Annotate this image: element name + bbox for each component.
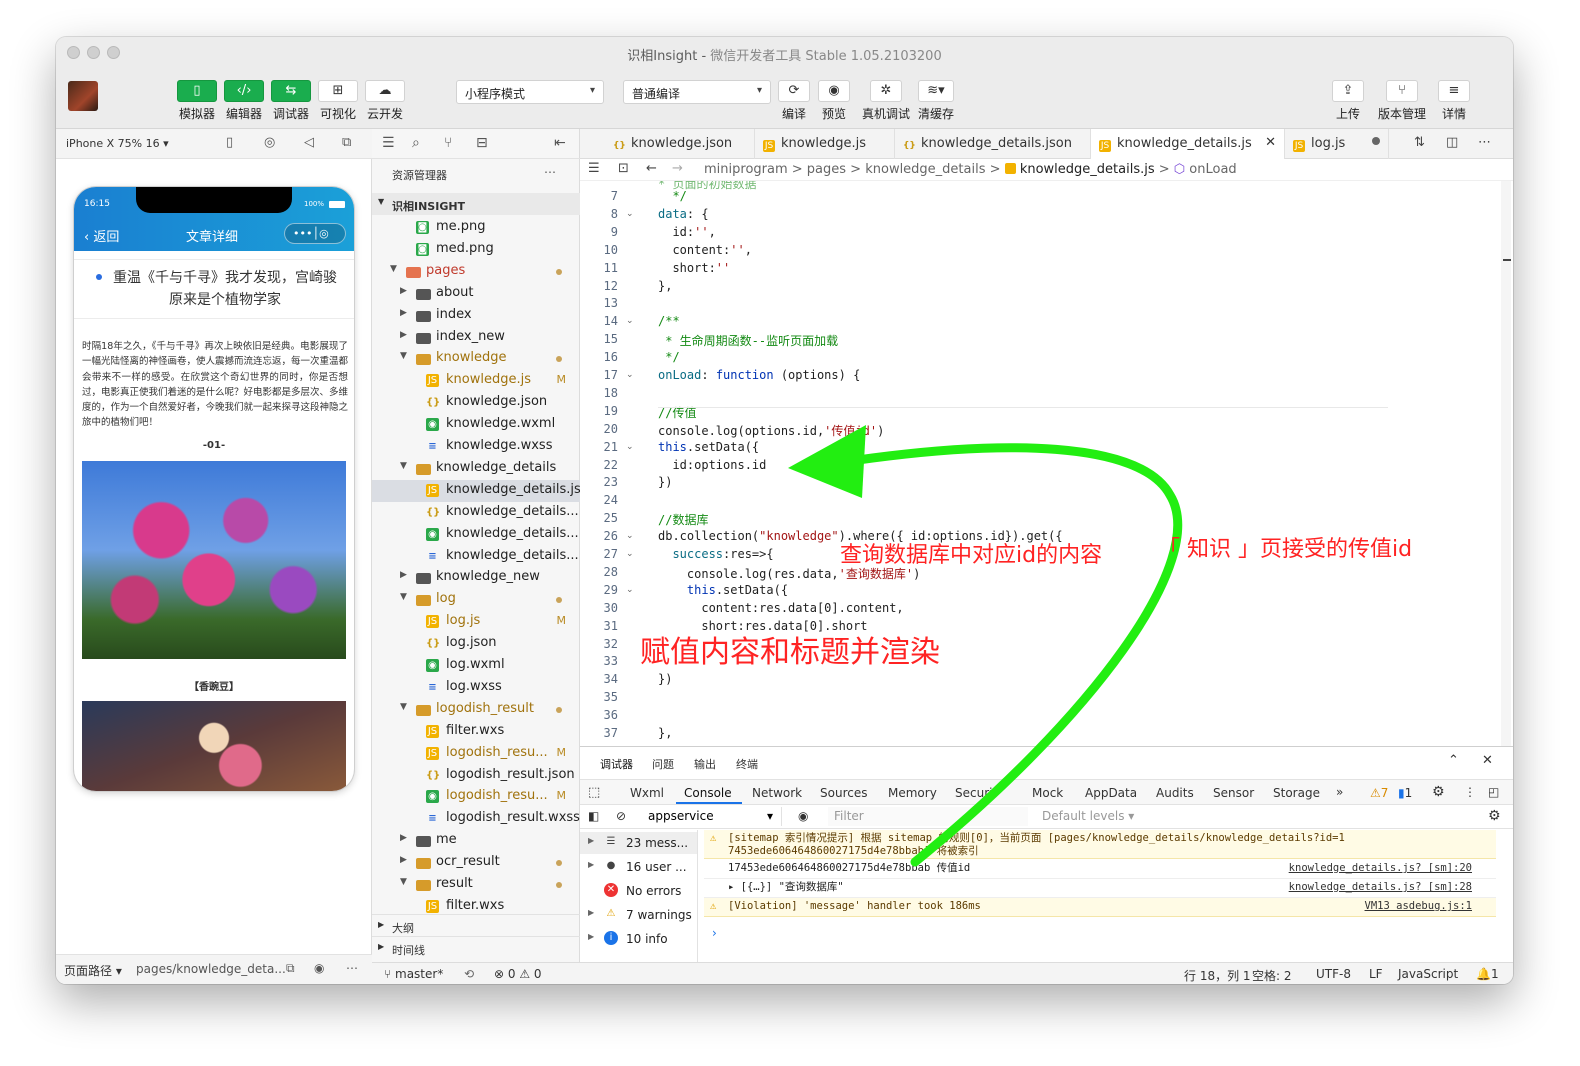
arrow-head	[788, 425, 866, 498]
annotation-assign: 赋值内容和标题并渲染	[640, 635, 940, 670]
annotation-receive: 「 知识 」页接受的传值id	[1158, 537, 1413, 562]
annotation-query: 查询数据库中对应id的内容	[840, 543, 1103, 568]
